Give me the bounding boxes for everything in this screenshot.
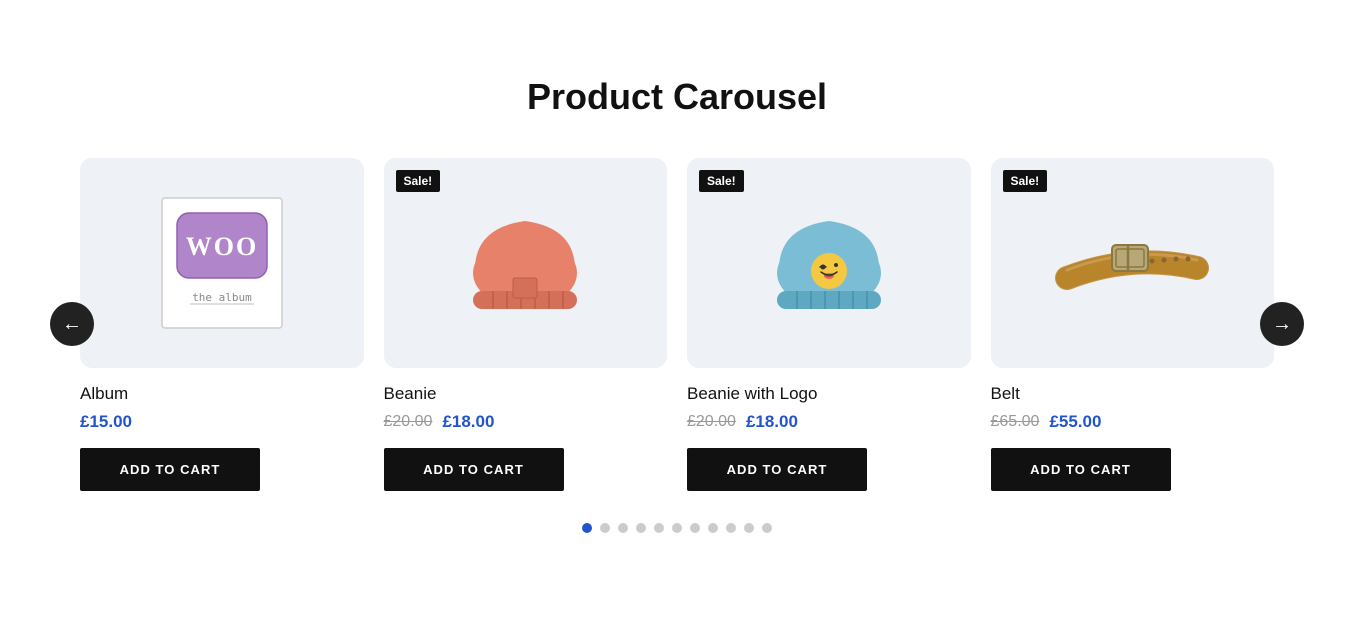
dot-11[interactable] <box>762 523 772 533</box>
price-original-belt: £65.00 <box>991 413 1040 431</box>
dot-9[interactable] <box>726 523 736 533</box>
price-current-beanie: £18.00 <box>442 412 494 432</box>
price-current-belt: £55.00 <box>1049 412 1101 432</box>
sale-badge-belt: Sale! <box>1003 170 1048 192</box>
product-card-beanie-logo: Sale! <box>687 158 971 491</box>
dot-10[interactable] <box>744 523 754 533</box>
next-button[interactable]: → <box>1260 302 1304 346</box>
page-title: Product Carousel <box>60 76 1294 118</box>
product-card-album: WOO the album Album £15.00 ADD TO CART <box>80 158 364 491</box>
product-image-beanie: Sale! <box>384 158 668 368</box>
product-pricing-belt: £65.00 £55.00 <box>991 412 1275 432</box>
product-card-beanie: Sale! <box>384 158 668 491</box>
dot-2[interactable] <box>600 523 610 533</box>
dot-7[interactable] <box>690 523 700 533</box>
product-pricing-beanie-logo: £20.00 £18.00 <box>687 412 971 432</box>
product-pricing-beanie: £20.00 £18.00 <box>384 412 668 432</box>
product-name-album: Album <box>80 384 364 404</box>
svg-text:WOO: WOO <box>186 232 258 261</box>
price-original-beanie-logo: £20.00 <box>687 413 736 431</box>
dot-6[interactable] <box>672 523 682 533</box>
product-name-belt: Belt <box>991 384 1275 404</box>
album-illustration: WOO the album <box>142 183 302 343</box>
sale-badge-beanie: Sale! <box>396 170 441 192</box>
product-image-belt: Sale! <box>991 158 1275 368</box>
beanie-illustration <box>445 183 605 343</box>
products-grid: WOO the album Album £15.00 ADD TO CART S… <box>60 158 1294 491</box>
add-to-cart-beanie-logo[interactable]: ADD TO CART <box>687 448 867 491</box>
dot-4[interactable] <box>636 523 646 533</box>
product-image-album: WOO the album <box>80 158 364 368</box>
prev-button[interactable]: ← <box>50 302 94 346</box>
dot-3[interactable] <box>618 523 628 533</box>
carousel-dots <box>60 523 1294 533</box>
add-to-cart-belt[interactable]: ADD TO CART <box>991 448 1171 491</box>
price-current-beanie-logo: £18.00 <box>746 412 798 432</box>
price-original-beanie: £20.00 <box>384 413 433 431</box>
dot-1[interactable] <box>582 523 592 533</box>
product-name-beanie-logo: Beanie with Logo <box>687 384 971 404</box>
product-card-belt: Sale! <box>991 158 1275 491</box>
sale-badge-beanie-logo: Sale! <box>699 170 744 192</box>
product-pricing-album: £15.00 <box>80 412 364 432</box>
svg-text:the album: the album <box>192 291 252 304</box>
carousel-wrapper: Product Carousel ← WOO the album <box>0 36 1354 583</box>
beanie-logo-illustration <box>749 183 909 343</box>
belt-illustration <box>1052 183 1212 343</box>
dot-5[interactable] <box>654 523 664 533</box>
carousel-track-container: ← WOO the album <box>60 158 1294 491</box>
price-current-album: £15.00 <box>80 412 132 432</box>
dot-8[interactable] <box>708 523 718 533</box>
product-name-beanie: Beanie <box>384 384 668 404</box>
add-to-cart-album[interactable]: ADD TO CART <box>80 448 260 491</box>
add-to-cart-beanie[interactable]: ADD TO CART <box>384 448 564 491</box>
product-image-beanie-logo: Sale! <box>687 158 971 368</box>
